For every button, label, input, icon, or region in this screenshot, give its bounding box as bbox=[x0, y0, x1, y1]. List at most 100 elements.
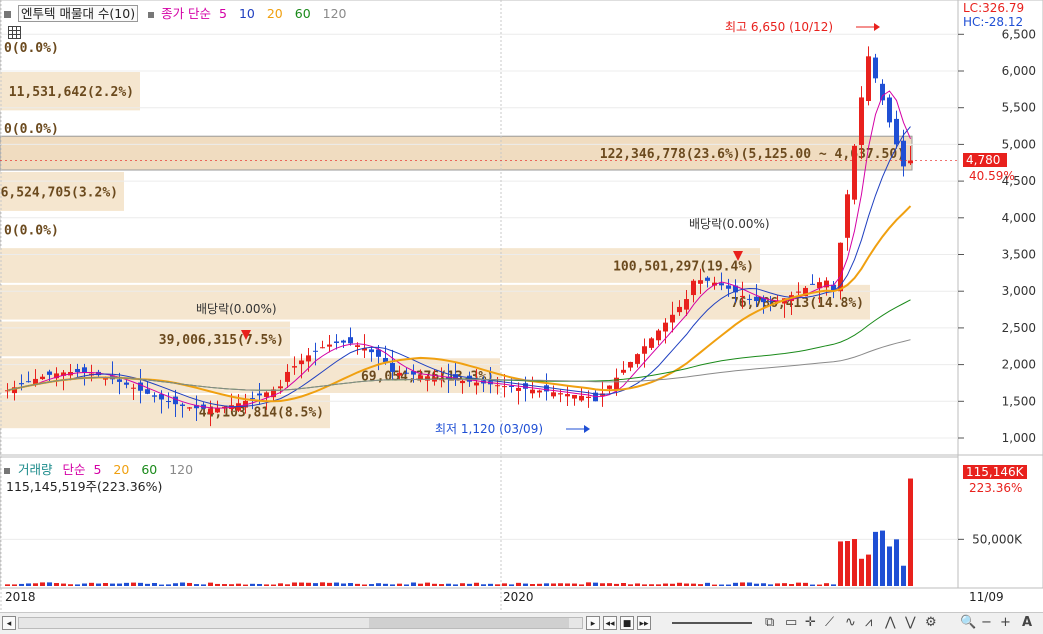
candle-body bbox=[47, 371, 52, 375]
candle-body bbox=[166, 401, 171, 403]
volume-bar bbox=[61, 583, 66, 586]
candle-body bbox=[887, 97, 892, 123]
candle-body bbox=[726, 285, 731, 289]
volume-bar bbox=[264, 584, 269, 586]
volume-bar bbox=[579, 584, 584, 586]
volume-bar bbox=[131, 582, 136, 586]
candle-body bbox=[145, 389, 150, 394]
volume-bar bbox=[383, 583, 388, 586]
candle-body bbox=[180, 404, 185, 406]
volume-bar bbox=[558, 583, 563, 586]
volume-bar bbox=[208, 582, 213, 586]
candle-body bbox=[320, 347, 325, 349]
stop-button[interactable]: ■ bbox=[620, 616, 634, 630]
volume-bar bbox=[327, 582, 332, 586]
copy-icon[interactable]: ⧉ bbox=[765, 615, 774, 630]
volume-bar bbox=[698, 584, 703, 586]
volume-bar bbox=[54, 583, 59, 586]
price-tick-label: 2,000 bbox=[1002, 358, 1036, 372]
wave-icon[interactable]: ⋀ bbox=[885, 615, 896, 630]
ma20-label: 20 bbox=[266, 6, 283, 21]
forward-button[interactable]: ▸▸ bbox=[637, 616, 651, 630]
rewind-button[interactable]: ◂◂ bbox=[603, 616, 617, 630]
candle-body bbox=[460, 380, 465, 384]
price-legend: 엔투텍 매물대 수(10) 종가 단순 5 10 20 60 120 bbox=[4, 3, 347, 22]
ma5-label: 5 bbox=[219, 6, 227, 21]
legend-square bbox=[4, 11, 11, 18]
vol-ma5-label: 5 bbox=[93, 462, 102, 477]
candle-body bbox=[516, 387, 521, 391]
volume-bar bbox=[817, 584, 822, 586]
price-legend-name[interactable]: 엔투텍 매물대 수(10) bbox=[17, 5, 139, 22]
volume-legend-name[interactable]: 거래량 bbox=[18, 462, 53, 477]
volume-bar bbox=[341, 583, 346, 586]
price-tick-label: 2,500 bbox=[1002, 321, 1036, 335]
trend-icon[interactable]: ⟋ bbox=[825, 615, 834, 630]
scrollbar-thumb[interactable] bbox=[369, 618, 569, 628]
volume-change: 223.36% bbox=[969, 481, 1023, 495]
volume-bar bbox=[852, 539, 857, 586]
volume-bar bbox=[446, 583, 451, 586]
volume-bar bbox=[47, 582, 52, 586]
candle-body bbox=[586, 396, 591, 399]
line-icon[interactable]: ∿ bbox=[845, 615, 856, 630]
wave2-icon[interactable]: ⋁ bbox=[905, 615, 916, 630]
current-change: 40.59% bbox=[969, 169, 1015, 183]
settings-icon[interactable]: ⚙ bbox=[925, 615, 937, 630]
zoom-icon[interactable]: 🔍 bbox=[960, 615, 976, 630]
horizontal-scrollbar[interactable] bbox=[18, 617, 583, 629]
volume-tick-label: 50,000K bbox=[972, 532, 1023, 546]
volume-bar bbox=[670, 583, 675, 586]
x-label-start: 2018 bbox=[5, 590, 36, 604]
candle-body bbox=[537, 390, 542, 393]
candle-body bbox=[131, 387, 136, 389]
font-icon[interactable]: A bbox=[1022, 615, 1032, 630]
volume-bar bbox=[740, 582, 745, 586]
volume-bar bbox=[355, 583, 360, 586]
zoom-slider[interactable] bbox=[672, 622, 752, 624]
window-icon[interactable]: ▭ bbox=[785, 615, 797, 630]
price-tick-label: 5,000 bbox=[1002, 137, 1036, 151]
candle-body bbox=[705, 277, 710, 281]
candle-body bbox=[257, 393, 262, 396]
volume-bar bbox=[600, 583, 605, 586]
volume-bar bbox=[12, 584, 17, 586]
scroll-left-button[interactable]: ◂ bbox=[2, 616, 16, 630]
high-annotation: 최고 6,650 (10/12) bbox=[725, 20, 834, 34]
volume-profile-label: 11,531,642(2.2%) bbox=[9, 85, 134, 100]
candle-body bbox=[747, 298, 752, 300]
volume-bar bbox=[453, 584, 458, 586]
crosshair-icon[interactable]: ✛ bbox=[805, 615, 816, 630]
volume-bar bbox=[775, 583, 780, 586]
minus-icon[interactable]: − bbox=[981, 615, 992, 630]
candle-body bbox=[82, 367, 87, 373]
pattern-icon[interactable]: ⩘ bbox=[865, 615, 872, 630]
volume-bar bbox=[96, 583, 101, 586]
candle-body bbox=[40, 376, 45, 380]
volume-bar bbox=[705, 582, 710, 586]
play-button[interactable]: ▸ bbox=[586, 616, 600, 630]
volume-bar bbox=[285, 584, 290, 586]
volume-profile-label: 122,346,778(23.6%)(5,125.00 ~ 4,637.50) bbox=[600, 147, 905, 162]
volume-bar bbox=[803, 582, 808, 586]
candle-body bbox=[369, 349, 374, 353]
volume-bar bbox=[334, 582, 339, 586]
candle-body bbox=[845, 194, 850, 238]
volume-bar bbox=[271, 584, 276, 586]
candle-body bbox=[908, 160, 913, 164]
volume-bar bbox=[894, 539, 899, 586]
volume-bar bbox=[75, 584, 80, 586]
volume-bar bbox=[621, 583, 626, 586]
candle-body bbox=[684, 299, 689, 310]
volume-bar bbox=[782, 583, 787, 586]
candle-body bbox=[474, 382, 479, 386]
table-icon[interactable] bbox=[8, 26, 21, 39]
volume-bar bbox=[201, 584, 206, 586]
volume-bar bbox=[572, 583, 577, 586]
candle-body bbox=[565, 394, 570, 397]
candle-body bbox=[173, 396, 178, 405]
volume-bar bbox=[292, 582, 297, 586]
plus-icon[interactable]: + bbox=[1000, 615, 1011, 630]
volume-bar bbox=[411, 582, 416, 586]
candle-body bbox=[866, 56, 871, 101]
